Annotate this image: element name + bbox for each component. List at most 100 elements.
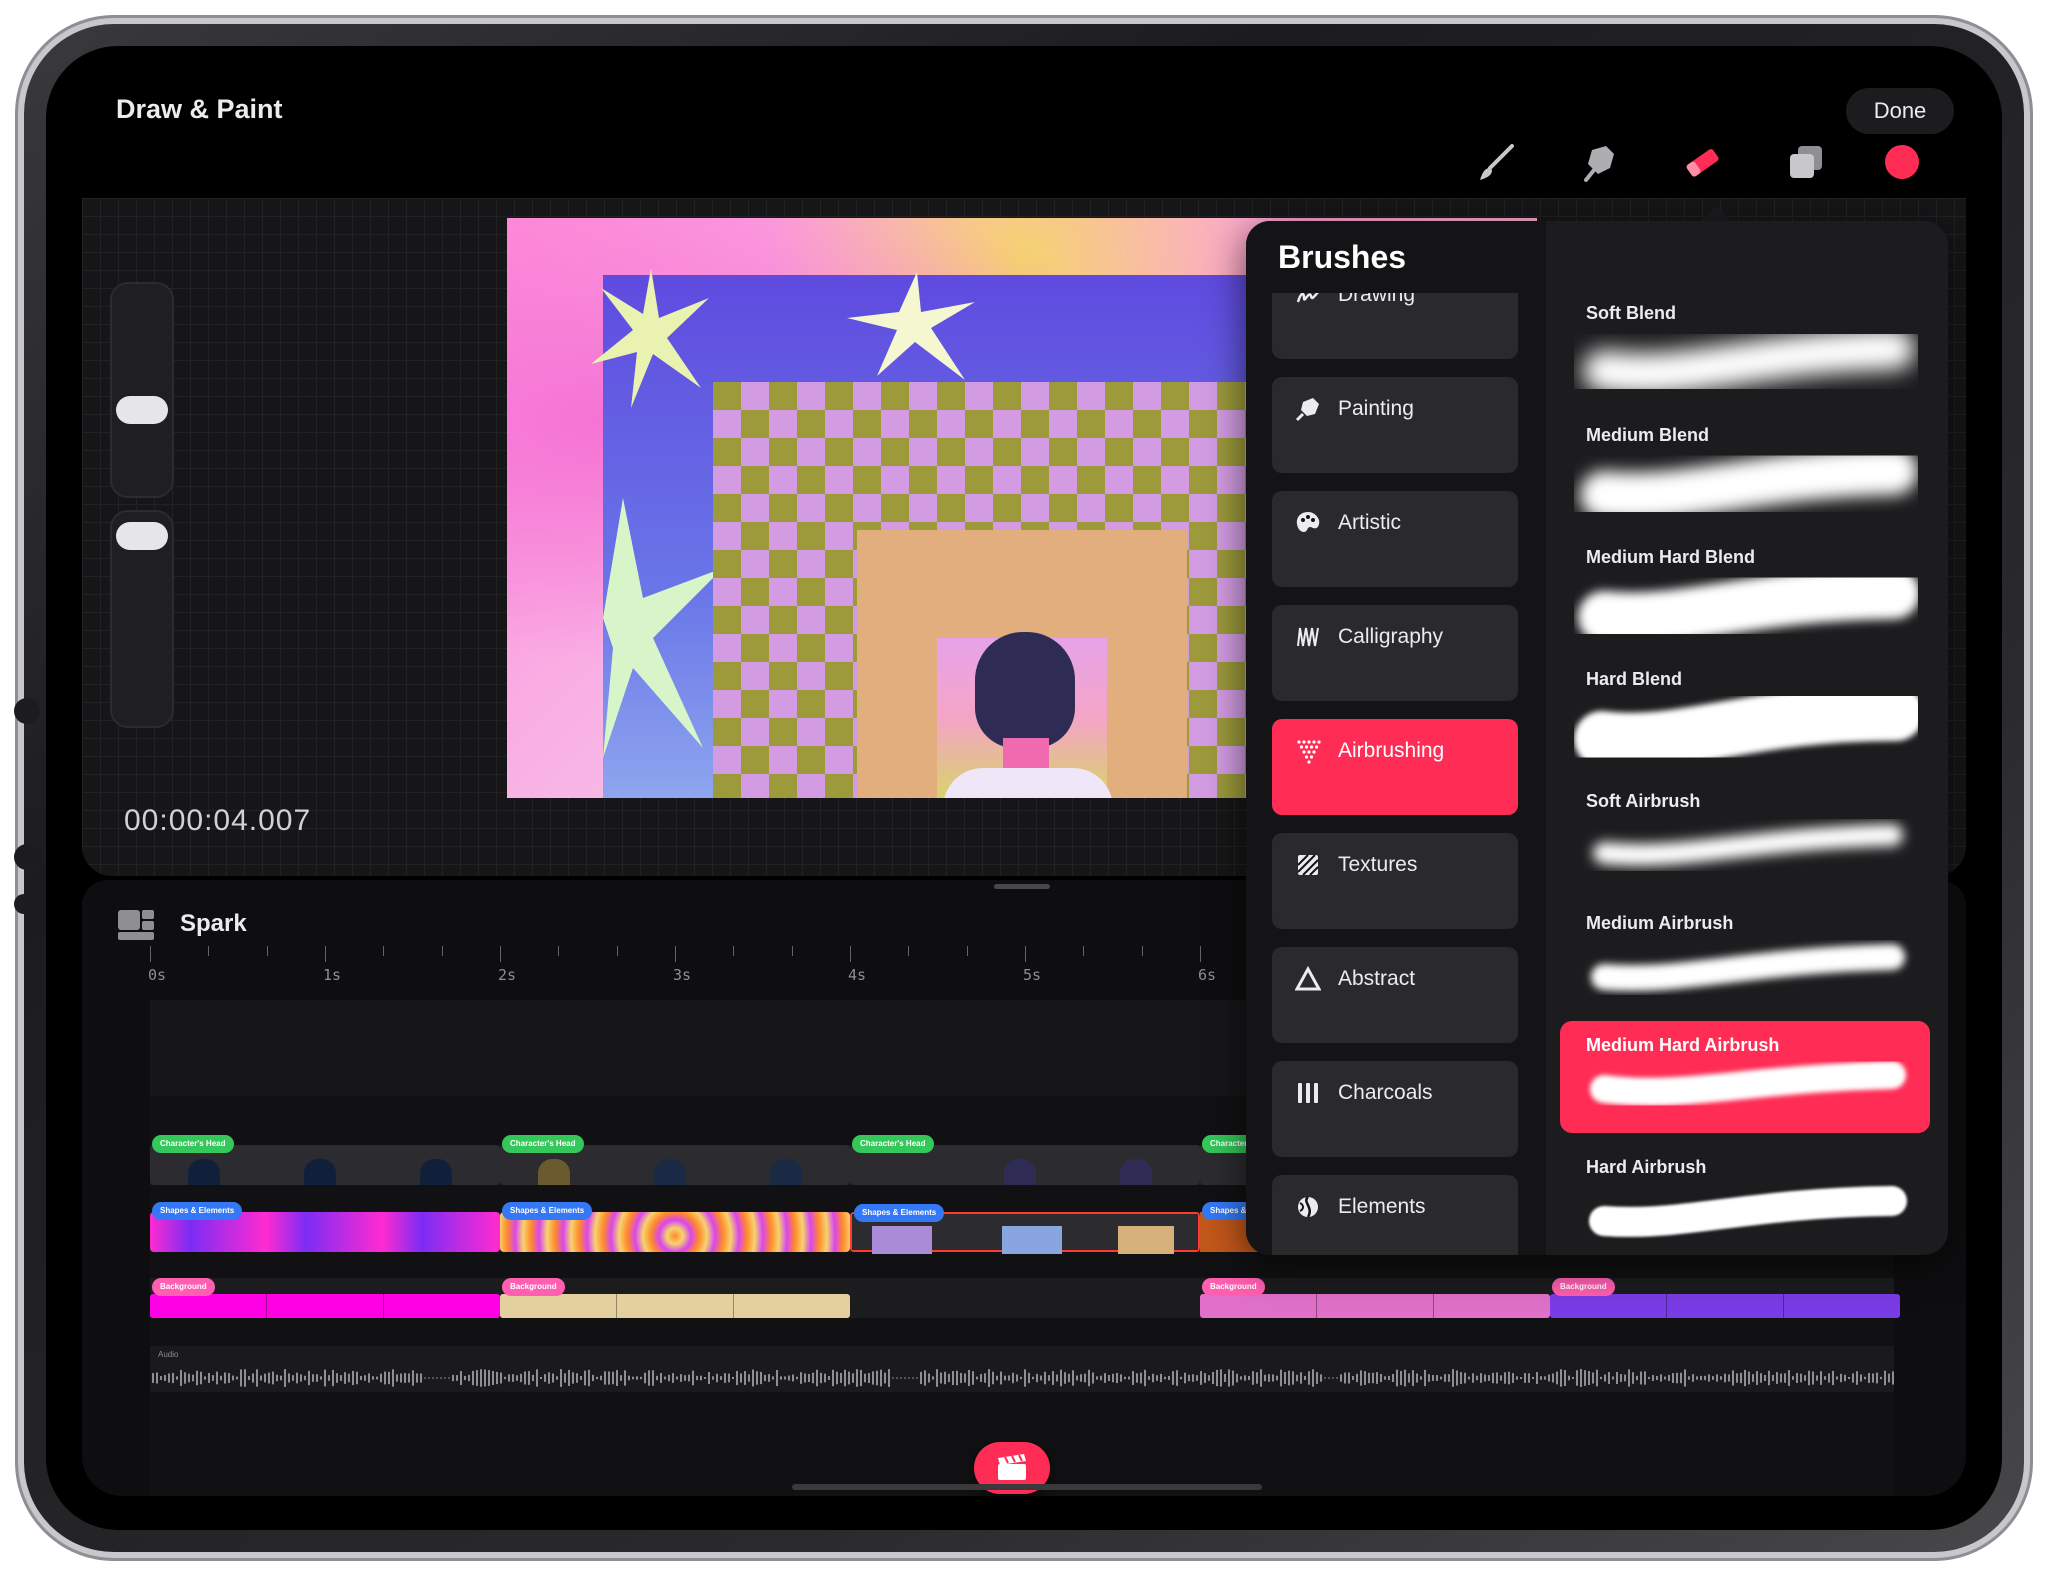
brush-hard-airbrush[interactable]: Hard Airbrush bbox=[1560, 1143, 1930, 1255]
waveform-bar bbox=[292, 1375, 294, 1381]
category-calligraphy[interactable]: Calligraphy bbox=[1272, 605, 1518, 701]
brush-soft-airbrush[interactable]: Soft Airbrush bbox=[1560, 777, 1930, 889]
waveform-bar bbox=[868, 1373, 870, 1383]
waveform-bar bbox=[1836, 1376, 1838, 1380]
waveform-bar bbox=[376, 1376, 378, 1380]
waveform-bar bbox=[924, 1370, 926, 1386]
waveform-bar bbox=[1660, 1374, 1662, 1382]
waveform-bar bbox=[852, 1373, 854, 1383]
color-icon[interactable] bbox=[1878, 138, 1926, 186]
brush-medium-blend[interactable]: Medium Blend bbox=[1560, 411, 1930, 523]
project-icon[interactable] bbox=[118, 910, 154, 940]
waveform-bar bbox=[1576, 1370, 1578, 1386]
waveform-bar bbox=[1588, 1370, 1590, 1386]
waveform-bar bbox=[1548, 1374, 1550, 1382]
waveform-bar bbox=[380, 1373, 382, 1383]
brush-soft-blend[interactable]: Soft Blend bbox=[1560, 289, 1930, 401]
waveform-bar bbox=[1072, 1370, 1074, 1386]
opacity-slider[interactable] bbox=[110, 510, 174, 728]
waveform-bar bbox=[1000, 1371, 1002, 1385]
character-clip[interactable]: Character's Head bbox=[150, 1135, 500, 1185]
waveform-bar bbox=[664, 1376, 666, 1380]
character-clip[interactable]: Character's Head bbox=[850, 1135, 1200, 1185]
waveform-bar bbox=[1492, 1372, 1494, 1384]
waveform-bar bbox=[1452, 1369, 1454, 1387]
category-textures[interactable]: Textures bbox=[1272, 833, 1518, 929]
waveform-bar bbox=[1092, 1372, 1094, 1384]
waveform-bar bbox=[244, 1369, 246, 1387]
waveform-bar bbox=[1584, 1370, 1586, 1386]
waveform-bar bbox=[904, 1377, 906, 1379]
brush-size-slider[interactable] bbox=[110, 282, 174, 498]
shapes-clip[interactable]: Shapes & Elements bbox=[500, 1202, 850, 1252]
category-drawing[interactable]: Drawing bbox=[1272, 293, 1518, 359]
category-painting[interactable]: Painting bbox=[1272, 377, 1518, 473]
waveform-bar bbox=[1544, 1376, 1546, 1380]
waveform-bar bbox=[824, 1373, 826, 1383]
waveform-bar bbox=[176, 1376, 178, 1380]
brush-size-knob[interactable] bbox=[116, 396, 168, 424]
done-button[interactable]: Done bbox=[1846, 88, 1954, 134]
waveform-bar bbox=[1116, 1372, 1118, 1384]
resize-handle[interactable] bbox=[994, 884, 1050, 889]
brush-medium-hard-airbrush[interactable]: Medium Hard Airbrush bbox=[1560, 1021, 1930, 1133]
layers-icon[interactable] bbox=[1782, 138, 1830, 186]
background-clip[interactable]: Background bbox=[1200, 1278, 1550, 1318]
category-airbrushing[interactable]: Airbrushing bbox=[1272, 719, 1518, 815]
category-charcoals[interactable]: Charcoals bbox=[1272, 1061, 1518, 1157]
waveform-bar bbox=[1016, 1374, 1018, 1382]
waveform-bar bbox=[652, 1370, 654, 1386]
brush-medium-hard-blend[interactable]: Medium Hard Blend bbox=[1560, 533, 1930, 645]
waveform-bar bbox=[368, 1373, 370, 1383]
background-clip[interactable]: Background bbox=[500, 1278, 850, 1318]
waveform-bar bbox=[1176, 1370, 1178, 1386]
ruler-tick bbox=[791, 946, 793, 956]
waveform-bar bbox=[844, 1369, 846, 1387]
waveform-bar bbox=[416, 1373, 418, 1383]
ruler-tick bbox=[850, 946, 851, 962]
waveform-bar bbox=[812, 1372, 814, 1384]
category-label: Airbrushing bbox=[1338, 739, 1445, 762]
waveform-bar bbox=[248, 1376, 250, 1380]
shapes-clip-selected[interactable]: Shapes & Elements bbox=[850, 1204, 1200, 1254]
waveform-bar bbox=[1324, 1377, 1326, 1379]
waveform-bar bbox=[1444, 1374, 1446, 1382]
waveform-bar bbox=[348, 1373, 350, 1383]
waveform-bar bbox=[1880, 1376, 1882, 1380]
waveform-bar bbox=[964, 1373, 966, 1383]
background-clip[interactable]: Background bbox=[1550, 1278, 1900, 1318]
waveform-bar bbox=[648, 1370, 650, 1386]
category-elements[interactable]: Elements bbox=[1272, 1175, 1518, 1255]
waveform-bar bbox=[356, 1371, 358, 1385]
opacity-knob[interactable] bbox=[116, 522, 168, 550]
character-clip[interactable]: Character's Head bbox=[500, 1135, 850, 1185]
background-clip[interactable]: Background bbox=[150, 1278, 500, 1318]
popover-arrow bbox=[1700, 206, 1732, 222]
waveform-bar bbox=[1172, 1371, 1174, 1385]
brush-hard-blend[interactable]: Hard Blend bbox=[1560, 655, 1930, 767]
waveform-bar bbox=[1192, 1374, 1194, 1382]
brush-category-list[interactable]: Drawing Painting Artistic Calligraphy Ai… bbox=[1268, 293, 1524, 1255]
smudge-icon[interactable] bbox=[1576, 138, 1624, 186]
eraser-icon[interactable] bbox=[1678, 138, 1726, 186]
waveform-bar bbox=[1852, 1373, 1854, 1383]
waveform-bar bbox=[1168, 1375, 1170, 1381]
shapes-clip[interactable]: Shapes & Elements bbox=[150, 1202, 500, 1252]
brush-icon[interactable] bbox=[1472, 138, 1520, 186]
brush-stroke-preview bbox=[1580, 447, 1918, 521]
star-shape bbox=[603, 498, 723, 758]
brush-medium-airbrush[interactable]: Medium Airbrush bbox=[1560, 899, 1930, 1011]
audio-track[interactable]: Audio bbox=[150, 1346, 1894, 1392]
waveform-bar bbox=[1312, 1369, 1314, 1387]
waveform-bar bbox=[1728, 1374, 1730, 1382]
waveform-bar bbox=[1268, 1374, 1270, 1382]
waveform-bar bbox=[1620, 1374, 1622, 1382]
category-abstract[interactable]: Abstract bbox=[1272, 947, 1518, 1043]
category-artistic[interactable]: Artistic bbox=[1272, 491, 1518, 587]
app-screen: Draw & Paint Done 00:00:04.007 Spark 0s … bbox=[82, 80, 1966, 1496]
waveform-bar bbox=[908, 1377, 910, 1379]
waveform-bar bbox=[1024, 1369, 1026, 1387]
waveform-bar bbox=[228, 1373, 230, 1383]
waveform-bar bbox=[280, 1375, 282, 1381]
waveform-bar bbox=[796, 1376, 798, 1380]
